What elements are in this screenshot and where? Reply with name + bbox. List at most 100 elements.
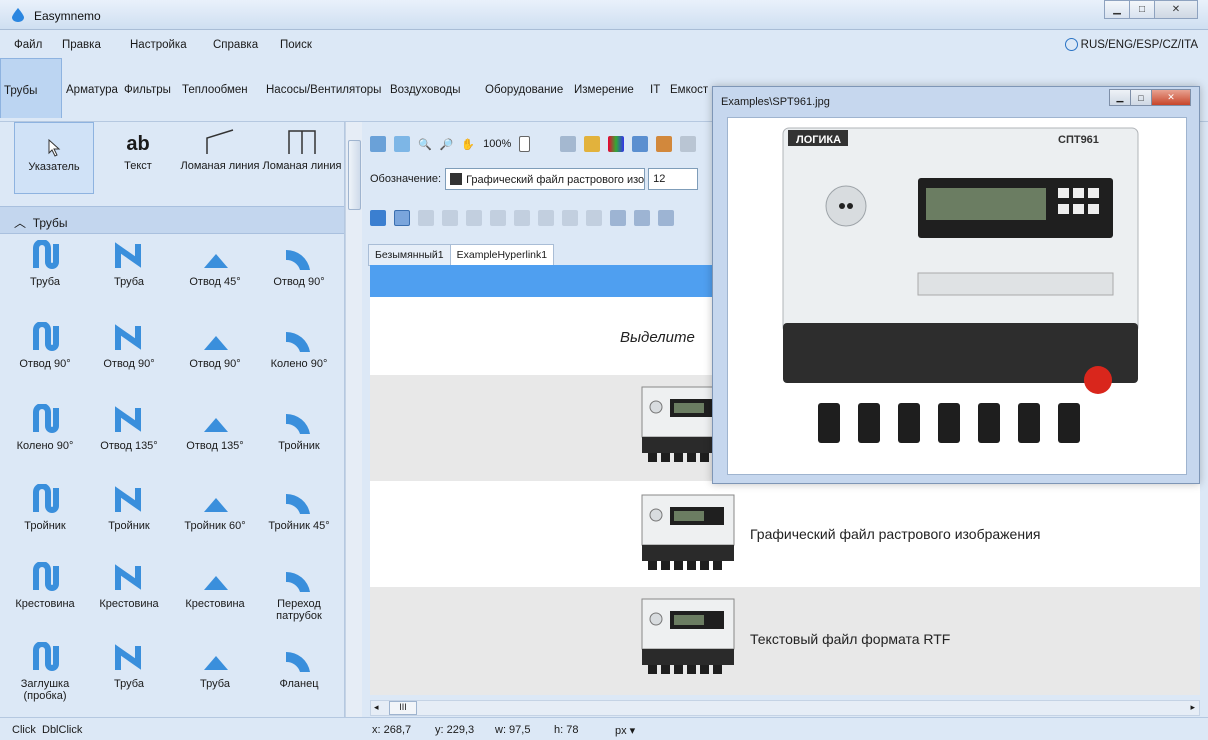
palette-item[interactable]: Крестовина [2,562,88,642]
palette-item[interactable]: Фланец [256,642,342,717]
device-image-selected[interactable] [640,493,736,576]
tab-air-ducts[interactable]: Воздуховоды [390,58,461,118]
zoom-in-icon[interactable]: 🔍 [418,138,432,151]
palette-item[interactable]: Тройник 60° [172,484,258,564]
palette-item[interactable]: Крестовина [172,562,258,642]
palette-item[interactable]: Заглушка (пробка) [2,642,88,717]
line-style-icon[interactable] [680,136,697,152]
palette-item[interactable]: Крестовина [86,562,172,642]
canvas-hscroll[interactable]: ◂ III ▸ [370,700,1200,716]
tab-filters[interactable]: Фильтры [124,58,171,118]
fit-icon[interactable] [370,136,386,152]
palette-item[interactable]: Отвод 90° [2,322,88,402]
hscroll-thumb[interactable]: III [389,701,417,715]
menu-settings[interactable]: Настройка [130,39,187,51]
tab-measurement[interactable]: Измерение [574,58,634,118]
tool-text[interactable]: ab Текст [98,122,178,194]
palette-item-label: Отвод 135° [186,440,244,452]
hand-icon[interactable]: ✋ [461,138,475,151]
palette-item[interactable]: Колено 90° [2,404,88,484]
device-image-3[interactable] [640,597,736,680]
tab-pumps[interactable]: Насосы/Вентиляторы [266,58,381,118]
scroll-right-icon[interactable]: ▸ [1190,702,1195,713]
scroll-thumb[interactable] [348,140,361,210]
shadow-icon[interactable] [632,136,649,152]
ungroup-icon[interactable] [634,210,650,226]
palette-scrollbar[interactable] [345,122,362,717]
palette-item[interactable]: Труба [86,240,172,320]
palette-item-label: Отвод 90° [273,276,325,288]
scroll-left-icon[interactable]: ◂ [374,702,379,713]
align-center-icon[interactable] [442,210,458,226]
tab-untitled[interactable]: Безымянный1 [368,244,451,266]
font-size-field[interactable]: 12 [648,168,699,190]
palette-item[interactable]: Отвод 135° [86,404,172,484]
palette-item-label: Крестовина [15,598,75,610]
status-x: x: 268,7 [372,724,412,736]
tab-it[interactable]: IT [650,58,660,118]
tool-polyline[interactable]: Ломаная линия [180,122,260,194]
tool-pointer[interactable]: Указатель [14,122,94,194]
close-button[interactable]: ✕ [1151,89,1191,106]
chevron-up-icon: ︿ [14,216,27,230]
zoom-fit-icon[interactable] [394,136,410,152]
palette-item[interactable]: Труба [172,642,258,717]
menu-edit[interactable]: Правка [62,39,101,51]
palette-item[interactable]: Отвод 90° [256,240,342,320]
page-icon[interactable] [519,136,531,152]
section-header-pipes[interactable]: ︿ Трубы [0,206,344,234]
properties-icon[interactable] [656,136,673,152]
palette-item[interactable]: Труба [86,642,172,717]
units-dropdown[interactable]: px ▾ [615,724,635,737]
palette-item-label: Труба [114,678,144,690]
tab-pipes[interactable]: Трубы [0,58,62,118]
tab-fittings[interactable]: Арматура [66,58,118,118]
palette-item[interactable]: Труба [2,240,88,320]
palette-item[interactable]: Отвод 90° [86,322,172,402]
color-icon[interactable] [608,136,625,152]
fill-icon[interactable] [560,136,577,152]
maximize-button[interactable]: □ [1129,0,1155,19]
distribute-v-icon[interactable] [538,210,554,226]
palette-item[interactable]: Тройник [86,484,172,564]
align-right-icon[interactable] [466,210,482,226]
language-selector[interactable]: RUS/ENG/ESP/CZ/ITA [1064,38,1198,51]
canvas-row-2: Графический файл растрового изображения [370,481,1200,587]
same-height-icon[interactable] [586,210,602,226]
palette-item[interactable]: Колено 90° [256,322,342,402]
tool-polyline-orthogonal[interactable]: Ломаная линия [262,122,342,194]
align-bottom-icon[interactable] [490,210,506,226]
palette-item[interactable]: Тройник 45° [256,484,342,564]
menu-search[interactable]: Поиск [280,39,312,51]
tab-heat-exchange[interactable]: Теплообмен [182,58,248,118]
close-button[interactable]: ✕ [1154,0,1198,19]
minimize-button[interactable]: ▁ [1104,0,1130,19]
order-icon[interactable] [658,210,674,226]
snap-icon[interactable] [394,210,410,226]
tab-tanks[interactable]: Емкост [670,58,708,118]
palette-item[interactable]: Отвод 90° [172,322,258,402]
menu-help[interactable]: Справка [213,39,258,51]
palette-item[interactable]: Отвод 135° [172,404,258,484]
pipe-shape-icon [33,562,59,591]
minimize-button[interactable]: ▁ [1109,89,1131,106]
tab-equipment[interactable]: Оборудование [485,58,563,118]
designation-field[interactable]: Графический файл растрового изоб [445,168,646,190]
zoom-out-icon[interactable]: 🔎 [440,138,454,151]
menu-file[interactable]: Файл [14,39,42,51]
window-title: Easymnemo [34,9,101,23]
distribute-h-icon[interactable] [514,210,530,226]
palette-item[interactable]: Тройник [256,404,342,484]
tab-example-hyperlink[interactable]: ExampleHyperlink1 [449,244,555,266]
group-icon[interactable] [610,210,626,226]
orthogonal-line-icon [288,130,316,154]
maximize-button[interactable]: □ [1130,89,1152,106]
palette-item[interactable]: Переход патрубок [256,562,342,642]
zoom-100-button[interactable]: 100% [483,138,511,150]
palette-item[interactable]: Отвод 45° [172,240,258,320]
grid-icon[interactable] [370,210,386,226]
same-width-icon[interactable] [562,210,578,226]
palette-item[interactable]: Тройник [2,484,88,564]
pen-icon[interactable] [584,136,601,152]
align-left-icon[interactable] [418,210,434,226]
